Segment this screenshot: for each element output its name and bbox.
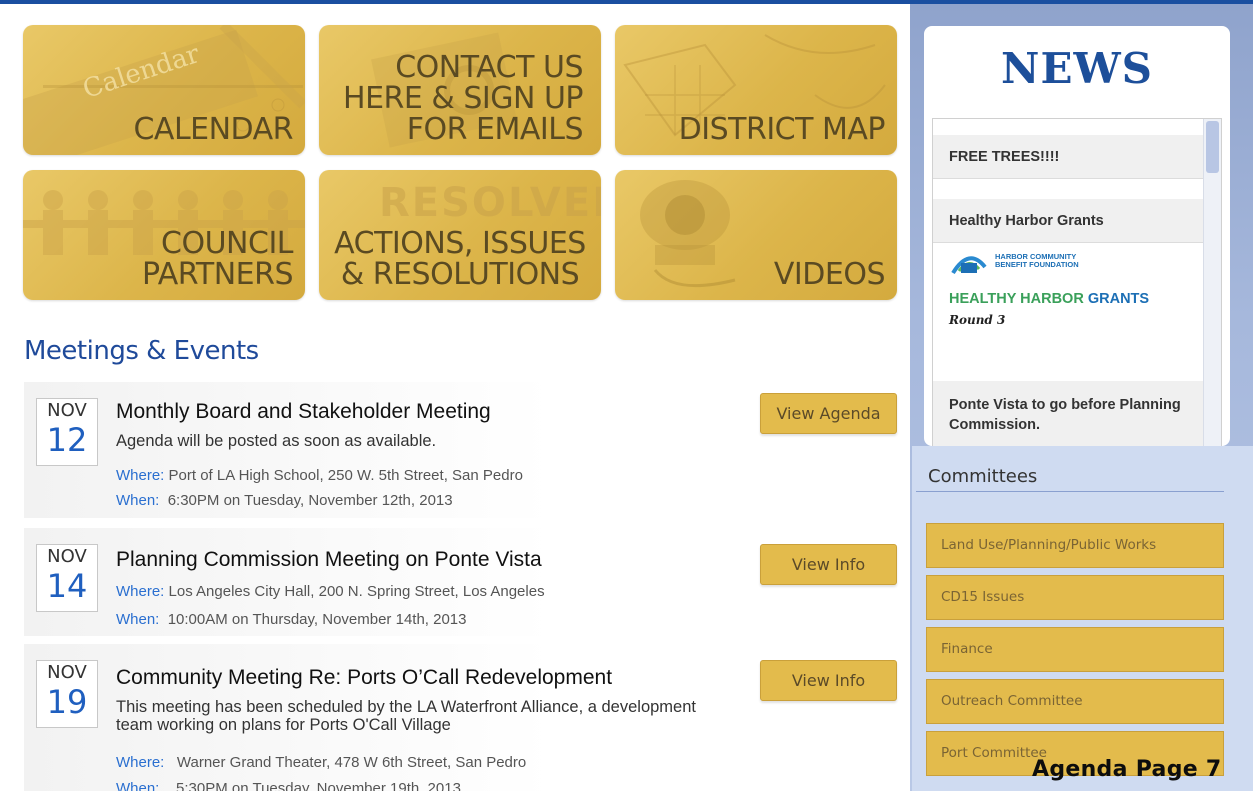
view-info-button[interactable]: View Info [760,660,897,701]
district-map-tile[interactable]: DISTRICT MAP [615,25,897,155]
resolved-deco-text: RESOLVED [379,180,601,226]
event-where: Where: Warner Grand Theater, 478 W 6th S… [116,754,527,771]
committees-title: Committees [928,466,1038,487]
event-date: NOV 12 [36,398,98,466]
meetings-title: Meetings & Events [24,336,259,366]
calendar-tile[interactable]: Calendar CALENDAR [23,25,305,155]
event-when: When: 5:30PM on Tuesday, November 19th, … [116,780,461,791]
event-when: When: 6:30PM on Tuesday, November 12th, … [116,492,453,509]
event-item: NOV 12 Monthly Board and Stakeholder Mee… [24,382,904,518]
event-month: NOV [47,662,87,683]
committee-finance[interactable]: Finance [926,627,1224,672]
event-day: 19 [46,683,88,721]
event-date: NOV 14 [36,544,98,612]
committee-land-use[interactable]: Land Use/Planning/Public Works [926,523,1224,568]
committee-cd15-issues[interactable]: CD15 Issues [926,575,1224,620]
news-heading: NEWS [1001,44,1153,93]
view-agenda-button[interactable]: View Agenda [760,393,897,434]
event-description: Agenda will be posted as soon as availab… [116,432,437,450]
event-description: This meeting has been scheduled by the L… [116,698,696,734]
news-item-ponte-vista[interactable]: Ponte Vista to go before Planning Commis… [933,381,1204,446]
event-date: NOV 19 [36,660,98,728]
foundation-name: HARBOR COMMUNITY BENEFIT FOUNDATION [995,252,1079,269]
event-day: 12 [46,421,88,459]
event-item: NOV 14 Planning Commission Meeting on Po… [24,528,904,636]
event-when: When: 10:00AM on Thursday, November 14th… [116,611,467,628]
event-where: Where: Los Angeles City Hall, 200 N. Spr… [116,583,545,600]
actions-issues-label: ACTIONS, ISSUES & RESOLUTIONS [334,226,586,292]
event-item: NOV 19 Community Meeting Re: Ports O’Cal… [24,644,904,791]
news-list[interactable]: FREE TREES!!!! Healthy Harbor Grants HAR… [932,118,1222,446]
agenda-page-stamp: Agenda Page 7 [1032,757,1222,782]
district-map-label: DISTRICT MAP [678,112,886,147]
news-scroll-thumb[interactable] [1206,121,1219,173]
council-partners-tile[interactable]: COUNCIL PARTNERS [23,170,305,300]
foundation-logo-icon [951,256,987,275]
event-title: Community Meeting Re: Ports O’Call Redev… [116,666,613,689]
news-scrollbar[interactable] [1203,119,1221,446]
contact-tile[interactable]: CONTACT US HERE & SIGN UP FOR EMAILS [319,25,601,155]
news-item-healthy-harbor[interactable]: Healthy Harbor Grants [933,199,1204,243]
event-where: Where: Port of LA High School, 250 W. 5t… [116,467,523,484]
event-day: 14 [46,567,88,605]
view-info-button[interactable]: View Info [760,544,897,585]
committee-outreach[interactable]: Outreach Committee [926,679,1224,724]
grant-title: HEALTHY HARBOR GRANTS [949,291,1150,307]
event-month: NOV [47,400,87,421]
council-partners-label: COUNCIL PARTNERS [142,226,293,292]
grant-round: Round 3 [949,313,1006,327]
committees-panel: Committees Land Use/Planning/Public Work… [912,446,1253,791]
news-item-free-trees[interactable]: FREE TREES!!!! [933,135,1204,179]
actions-issues-tile[interactable]: RESOLVED ACTIONS, ISSUES & RESOLUTIONS [319,170,601,300]
event-month: NOV [47,546,87,567]
videos-label: VIDEOS [773,257,886,292]
calendar-label: CALENDAR [133,112,293,147]
event-title: Monthly Board and Stakeholder Meeting [116,400,491,423]
contact-label: CONTACT US HERE & SIGN UP FOR EMAILS [343,50,583,147]
videos-tile[interactable]: VIDEOS [615,170,897,300]
event-title: Planning Commission Meeting on Ponte Vis… [116,548,542,571]
committees-divider [916,491,1224,492]
news-panel: NEWS FREE TREES!!!! Healthy Harbor Grant… [924,26,1230,446]
